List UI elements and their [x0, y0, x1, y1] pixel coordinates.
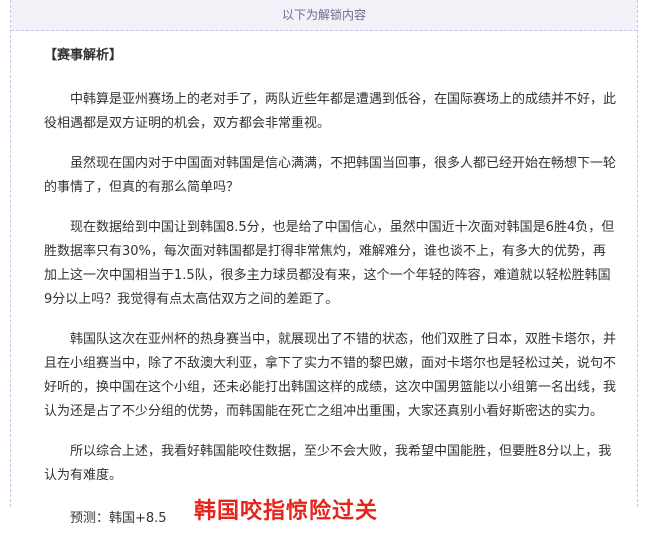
- headline-overlay: 韩国咬指惊险过关: [194, 499, 379, 524]
- prediction-row: 预测：韩国+8.5 韩国咬指惊险过关: [44, 500, 617, 534]
- paragraph-4: 韩国队这次在亚州杯的热身赛当中，就展现出了不错的状态，他们双胜了日本，双胜卡塔尔…: [44, 332, 617, 419]
- paragraph-2: 虽然现在国内对于中国面对韩国是信心满满，不把韩国当回事，很多人都已经开始在畅想下…: [44, 156, 617, 195]
- paragraph-3: 现在数据给到中国让到韩国8.5分，也是给了中国信心，虽然中国近十次面对韩国是6胜…: [44, 220, 615, 307]
- paragraph-1: 中韩算是亚州赛场上的老对手了，两队近些年都是遭遇到低谷，在国际赛场上的成绩并不好…: [44, 92, 617, 131]
- section-title: 【赛事解析】: [44, 48, 123, 63]
- unlock-banner: 以下为解锁内容: [11, 0, 637, 31]
- prediction-text: 预测：韩国+8.5: [70, 511, 167, 526]
- article-body: 【赛事解析】 中韩算是亚州赛场上的老对手了，两队近些年都是遭遇到低谷，在国际赛场…: [44, 40, 617, 534]
- paragraph-5: 所以综合上述，我看好韩国能咬住数据，至少不会大败，我希望中国能胜，但要胜8分以上…: [44, 444, 612, 483]
